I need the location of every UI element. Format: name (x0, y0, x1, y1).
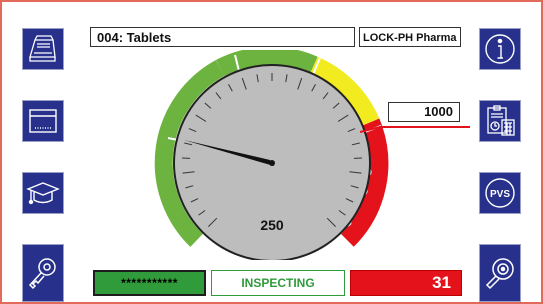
box-button[interactable] (22, 100, 64, 142)
pvs-label: PVS (490, 189, 510, 200)
key-icon (28, 258, 56, 290)
customer-field: LOCK-PH Pharma (359, 27, 461, 47)
report-icon (487, 105, 515, 136)
report-button[interactable] (479, 100, 521, 142)
info-button[interactable] (479, 28, 521, 70)
login-button[interactable] (22, 244, 64, 302)
training-button[interactable] (22, 172, 64, 214)
box-icon (29, 109, 57, 133)
machine-button[interactable] (22, 28, 64, 70)
printer-icon (29, 35, 56, 62)
reject-counter: 31 (350, 270, 462, 296)
pvs-icon: PVS (485, 178, 515, 208)
product-field[interactable]: 004: Tablets (90, 27, 355, 47)
status-indicator: INSPECTING (211, 270, 345, 296)
search-button[interactable] (479, 244, 521, 302)
search-icon (485, 258, 514, 290)
limit-value[interactable]: 1000 (388, 102, 460, 122)
speed-gauge: 250 (154, 50, 389, 260)
graduation-cap-icon (26, 182, 60, 205)
gauge-value: 250 (260, 217, 284, 233)
operator-code: *********** (93, 270, 206, 296)
info-icon (485, 34, 515, 64)
pvs-button[interactable]: PVS (479, 172, 521, 214)
